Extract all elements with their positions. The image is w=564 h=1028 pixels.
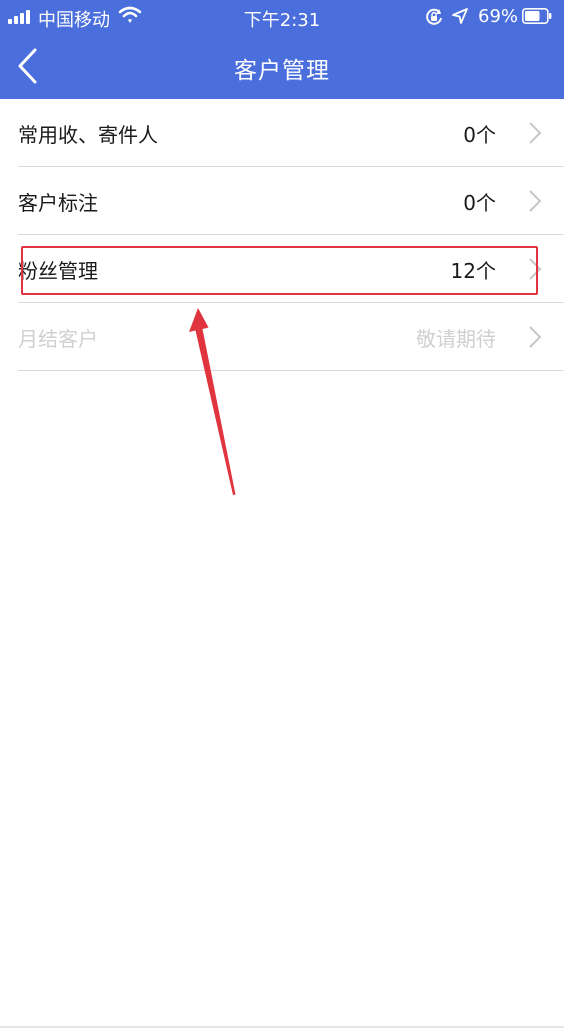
row-customer-tags[interactable]: 客户标注 0个 <box>18 167 564 235</box>
highlight-box <box>21 246 538 295</box>
rotation-lock-icon <box>426 8 442 25</box>
annotation-arrow <box>189 308 236 495</box>
battery-percent: 69% <box>478 6 519 27</box>
chevron-right-icon <box>529 190 542 212</box>
page-title: 客户管理 <box>234 58 330 84</box>
row-label: 月结客户 <box>18 327 98 351</box>
row-count: 0个 <box>463 123 496 147</box>
chevron-right-icon <box>529 122 542 144</box>
chevron-right-icon <box>529 326 542 348</box>
menu-list: 常用收、寄件人 0个 客户标注 0个 粉丝管理 12个 月结客户 敬请期待 <box>0 99 564 371</box>
row-label: 常用收、寄件人 <box>18 123 158 147</box>
row-label: 客户标注 <box>18 191 98 215</box>
row-monthly-customers: 月结客户 敬请期待 <box>18 303 564 371</box>
battery-icon <box>522 8 552 24</box>
row-frequent-contacts[interactable]: 常用收、寄件人 0个 <box>18 99 564 167</box>
location-icon <box>452 8 468 24</box>
row-status: 敬请期待 <box>416 327 496 351</box>
row-count: 0个 <box>463 191 496 215</box>
nav-bar: 客户管理 <box>0 34 564 99</box>
app-header: 中国移动 下午2:31 69% 客户管理 <box>0 0 564 99</box>
status-bar: 中国移动 下午2:31 69% <box>0 0 564 34</box>
